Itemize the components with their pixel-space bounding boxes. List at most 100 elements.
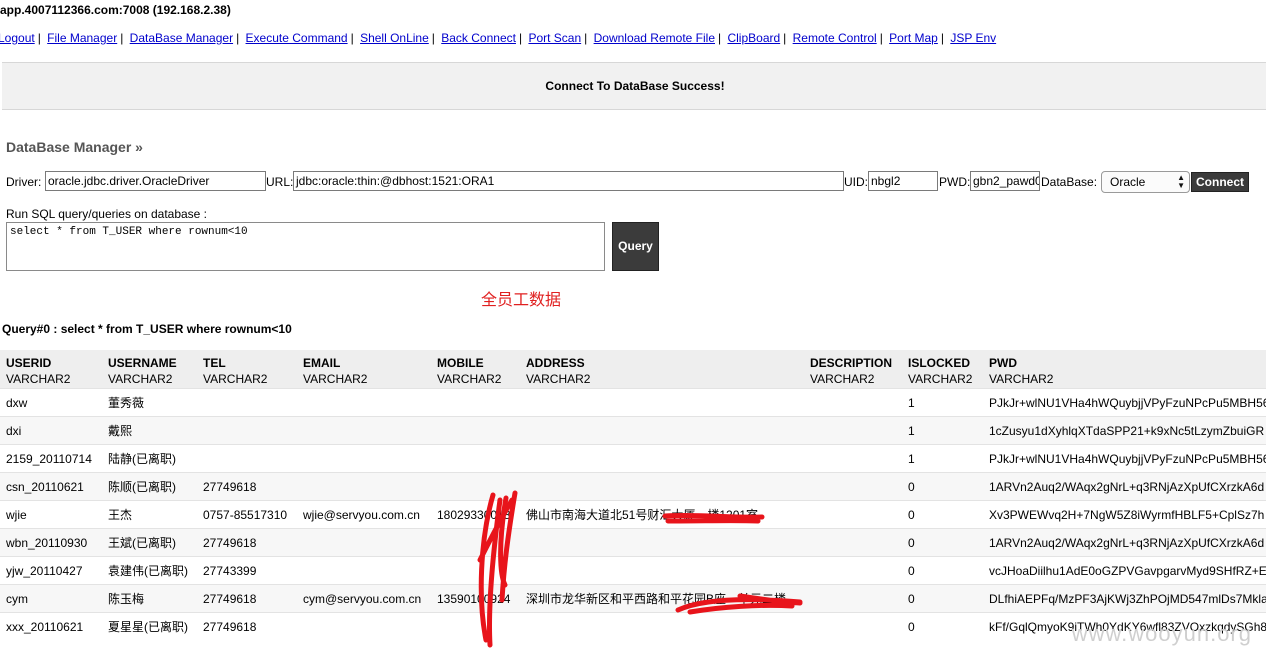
table-cell [431, 472, 520, 500]
table-row: yjw_20110427 袁建伟(已离职) 27743399 0 vcJHoaDiilh… [0, 556, 1266, 584]
nav-execute-command[interactable]: Execute Command [246, 31, 348, 45]
nav-separator: | [783, 31, 787, 45]
table-cell: 13590100924 [431, 584, 520, 612]
column-header: EMAIL VARCHAR2 [297, 350, 431, 388]
database-select[interactable]: Oracle ▲ ▼ [1101, 171, 1190, 193]
nav-clipboard[interactable]: ClipBoard [727, 31, 780, 45]
uid-input[interactable]: nbgl2 [868, 171, 938, 191]
table-cell [431, 416, 520, 444]
table-cell: 0 [902, 556, 983, 584]
table-cell: 王杰 [102, 500, 197, 528]
table-cell [520, 472, 804, 500]
pwd-input[interactable]: gbn2_pawd0 [970, 171, 1040, 191]
nav-separator: | [940, 31, 944, 45]
table-cell [520, 388, 804, 416]
table-cell: wjie [0, 500, 102, 528]
table-cell: 0 [902, 612, 983, 640]
table-cell [804, 388, 902, 416]
nav-bar: Logout | File Manager | DataBase Manager | … [0, 31, 996, 45]
url-label: URL: [266, 175, 294, 189]
table-row: wbn_20110930 王斌(已离职) 27749618 0 1ARVn2Auq2/W… [0, 528, 1266, 556]
table-row: csn_20110621 陈顺(已离职) 27749618 0 1ARVn2Auq2/W… [0, 472, 1266, 500]
table-cell: 2159_20110714 [0, 444, 102, 472]
table-cell: Xv3PWEWvq2H+7NgW5Z8iWyrmfHBLF5+CplSz7h [983, 500, 1266, 528]
query-button[interactable]: Query [612, 222, 659, 271]
table-cell: 0757-85517310 [197, 500, 297, 528]
url-input[interactable]: jdbc:oracle:thin:@dbhost:1521:ORA1 [293, 171, 844, 191]
table-cell: 27749618 [197, 528, 297, 556]
nav-database-manager[interactable]: DataBase Manager [130, 31, 233, 45]
nav-remote-control[interactable]: Remote Control [793, 31, 877, 45]
nav-separator: | [431, 31, 435, 45]
table-cell: 1 [902, 416, 983, 444]
table-cell [297, 416, 431, 444]
table-cell: PJkJr+wlNU1VHa4hWQuybjjVPyFzuNPcPu5MBH56 [983, 444, 1266, 472]
table-cell: csn_20110621 [0, 472, 102, 500]
sql-textarea[interactable]: select * from T_USER where rownum<10 [6, 222, 605, 271]
table-cell [431, 612, 520, 640]
table-cell: xxx_20110621 [0, 612, 102, 640]
nav-shell-online[interactable]: Shell OnLine [360, 31, 429, 45]
table-cell: 0 [902, 472, 983, 500]
table-row: cym 陈玉梅 27749618 cym@servyou.com.cn 13590100… [0, 584, 1266, 612]
table-cell: DLfhiAEPFq/MzPF3AjKWj3ZhPOjMD547mlDs7Mkl… [983, 584, 1266, 612]
column-type: VARCHAR2 [108, 372, 173, 386]
table-cell: PJkJr+wlNU1VHa4hWQuybjjVPyFzuNPcPu5MBH56 [983, 388, 1266, 416]
nav-file-manager[interactable]: File Manager [47, 31, 117, 45]
uid-label: UID: [844, 175, 868, 189]
table-cell: 陆静(已离职) [102, 444, 197, 472]
table-cell: 陈顺(已离职) [102, 472, 197, 500]
column-header: PWD VARCHAR2 [983, 350, 1266, 388]
nav-back-connect[interactable]: Back Connect [441, 31, 516, 45]
column-type: VARCHAR2 [203, 372, 268, 386]
table-cell [804, 416, 902, 444]
column-name: PWD [989, 356, 1017, 370]
table-cell [804, 584, 902, 612]
nav-jsp-env[interactable]: JSP Env [950, 31, 996, 45]
table-cell [520, 556, 804, 584]
table-cell: vcJHoaDiilhu1AdE0oGZPVGavpgarvMyd9SHfRZ+… [983, 556, 1266, 584]
column-header: ADDRESS VARCHAR2 [520, 350, 804, 388]
connect-button[interactable]: Connect [1191, 172, 1249, 192]
nav-separator: | [584, 31, 588, 45]
column-header: MOBILE VARCHAR2 [431, 350, 520, 388]
table-cell: 戴熙 [102, 416, 197, 444]
driver-input[interactable]: oracle.jdbc.driver.OracleDriver [45, 171, 266, 191]
result-table: USERID VARCHAR2 USERNAME VARCHAR2 TEL VARCH… [0, 350, 1266, 640]
table-cell: 王斌(已离职) [102, 528, 197, 556]
table-cell: 佛山市南海大道北51号财汇大厦一楼1201室 [520, 500, 804, 528]
column-header: TEL VARCHAR2 [197, 350, 297, 388]
table-cell [297, 612, 431, 640]
table-row: dxw 董秀薇 1 PJkJr+wlNU1VHa4hWQuybjjVPyFzuNPcP… [0, 388, 1266, 416]
nav-port-map[interactable]: Port Map [889, 31, 938, 45]
database-label: DataBase: [1041, 175, 1098, 189]
nav-download-remote-file[interactable]: Download Remote File [594, 31, 715, 45]
table-cell [431, 556, 520, 584]
watermark: www.wooyun.org [1071, 621, 1252, 646]
table-cell: 1ARVn2Auq2/WAqx2gNrL+q3RNjAzXpUfCXrzkA6d [983, 528, 1266, 556]
window-title: app.4007112366.com:7008 (192.168.2.38) [0, 3, 231, 17]
table-cell: 夏星星(已离职) [102, 612, 197, 640]
table-cell [520, 528, 804, 556]
nav-separator: | [350, 31, 354, 45]
column-name: USERNAME [108, 356, 177, 370]
table-cell: 1 [902, 388, 983, 416]
table-cell: cym@servyou.com.cn [297, 584, 431, 612]
table-cell: 27749618 [197, 472, 297, 500]
column-type: VARCHAR2 [303, 372, 368, 386]
nav-separator: | [120, 31, 124, 45]
column-header: USERNAME VARCHAR2 [102, 350, 197, 388]
table-cell [297, 556, 431, 584]
table-cell [520, 612, 804, 640]
nav-logout[interactable]: Logout [0, 31, 35, 45]
table-cell: cym [0, 584, 102, 612]
annotation-text: 全员工数据 [481, 292, 562, 309]
table-cell [297, 528, 431, 556]
table-cell: wjie@servyou.com.cn [297, 500, 431, 528]
table-cell: 董秀薇 [102, 388, 197, 416]
nav-port-scan[interactable]: Port Scan [528, 31, 581, 45]
column-type: VARCHAR2 [526, 372, 591, 386]
table-cell: 0 [902, 584, 983, 612]
nav-separator: | [718, 31, 722, 45]
column-type: VARCHAR2 [989, 372, 1054, 386]
